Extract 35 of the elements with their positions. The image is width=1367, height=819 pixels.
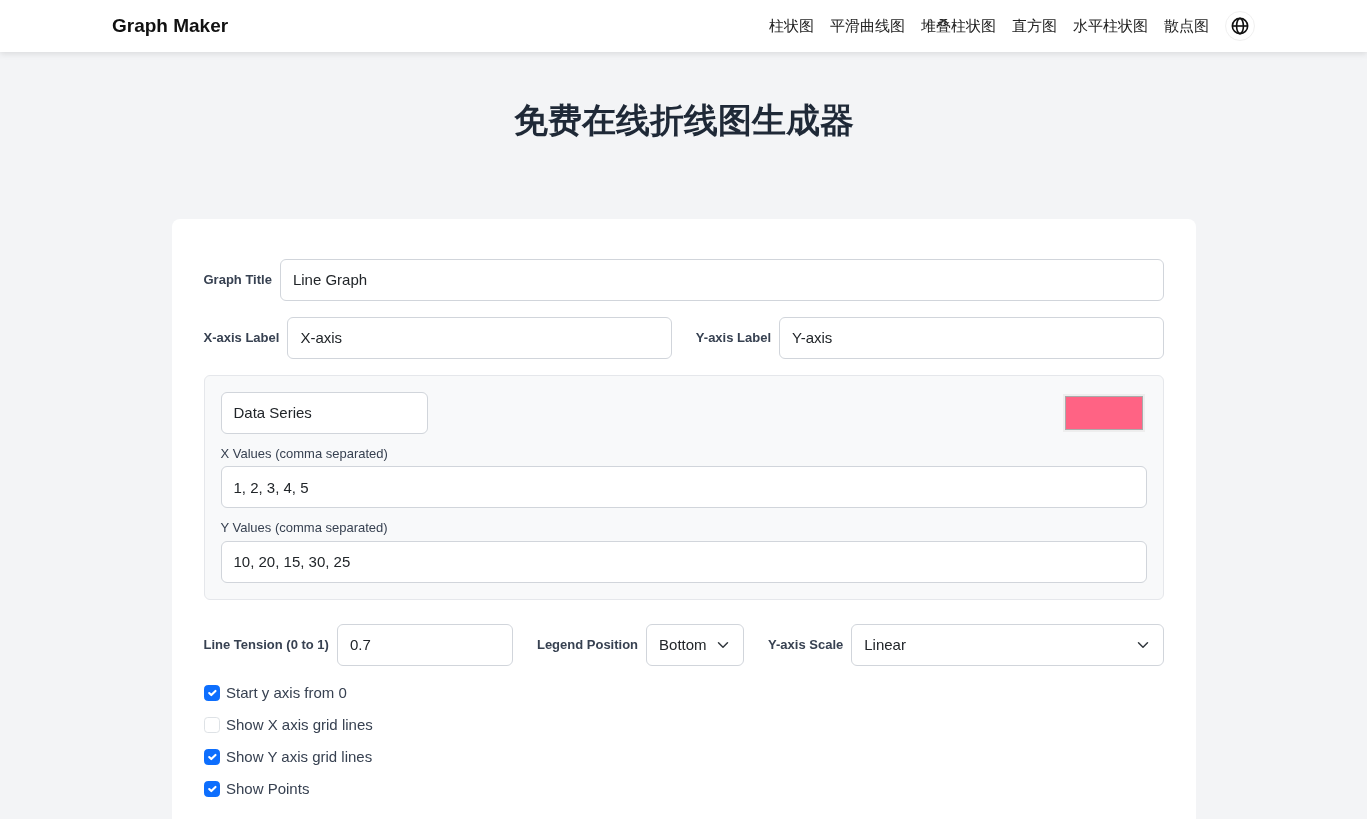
checkbox-label[interactable]: Start y axis from 0 [226, 681, 347, 705]
nav-link[interactable]: 平滑曲线图 [822, 14, 913, 38]
field-label: Legend Position [536, 636, 639, 655]
checkbox[interactable] [203, 780, 220, 797]
legend-position-select[interactable]: Bottom [646, 623, 745, 666]
series-name-field[interactable]: Data Series [220, 391, 428, 434]
checkbox-label[interactable]: Show X axis grid lines [226, 713, 373, 737]
field-label: Line Tension (0 to 1) [203, 636, 329, 655]
color-picker[interactable] [1064, 395, 1143, 430]
field-label: X-axis Label [203, 329, 280, 348]
y-axis-label-field[interactable]: Y-axis [779, 316, 1164, 359]
nav-link[interactable]: 水平柱状图 [1065, 14, 1156, 38]
field-label: Y-axis Label [695, 329, 771, 348]
graph-title-field[interactable]: Line Graph [279, 258, 1164, 301]
nav-link[interactable]: 散点图 [1156, 14, 1217, 38]
line-tension-field[interactable]: 0.7 [336, 623, 513, 666]
x-axis-label-field[interactable]: X-axis [287, 316, 672, 359]
field-label: Graph Title [203, 271, 272, 290]
page-heading: 免费在线折线图生成器 [512, 100, 855, 141]
nav-link[interactable]: 柱状图 [761, 14, 822, 38]
nav-link[interactable]: 堆叠柱状图 [913, 14, 1004, 38]
brand-logo[interactable]: Graph Maker [112, 11, 229, 41]
field-label: Y Values (comma separated) [220, 519, 389, 538]
y-values-field[interactable]: 10, 20, 15, 30, 25 [220, 540, 1147, 583]
x-values-field[interactable]: 1, 2, 3, 4, 5 [220, 466, 1147, 509]
checkbox-label[interactable]: Show Y axis grid lines [226, 745, 373, 769]
nav-link[interactable]: 直方图 [1004, 14, 1065, 38]
checkbox-label[interactable]: Show Points [226, 777, 310, 801]
y-axis-scale-select[interactable]: Linear [851, 623, 1164, 666]
language-button[interactable] [1225, 11, 1255, 41]
checkbox[interactable] [203, 684, 220, 701]
field-label: Y-axis Scale [768, 636, 844, 655]
field-label: X Values (comma separated) [220, 444, 389, 463]
checkbox[interactable] [203, 748, 220, 765]
globe-icon [1231, 17, 1249, 35]
